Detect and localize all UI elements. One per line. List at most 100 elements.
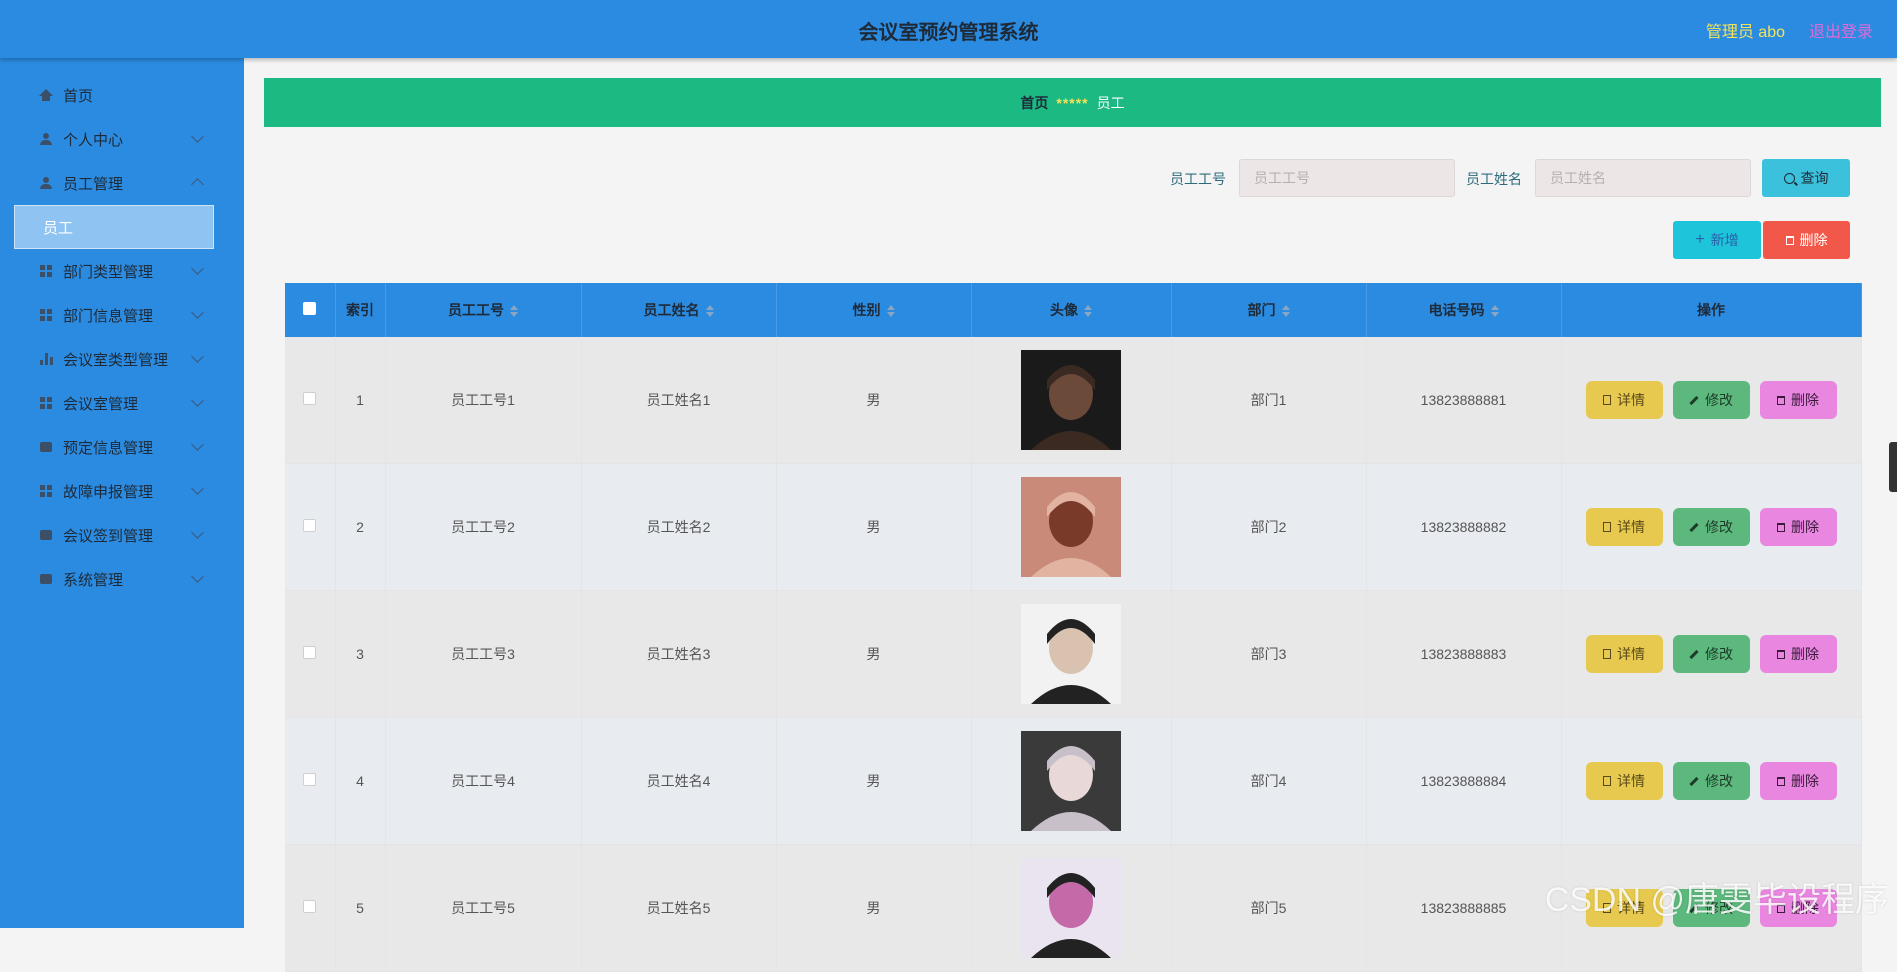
row-checkbox[interactable] — [303, 519, 317, 532]
col-header-label: 性别 — [852, 302, 881, 318]
col-header-label: 员工工号 — [448, 302, 504, 318]
cell-department: 部门5 — [1171, 844, 1367, 972]
cell-phone: 13823888883 — [1366, 590, 1562, 718]
sidebar-subitem-employee[interactable]: 员工 — [14, 205, 214, 249]
sidebar-item-label: 员工管理 — [63, 175, 124, 193]
sidebar-item-label: 系统管理 — [63, 571, 124, 589]
col-header-department[interactable]: 部门 — [1171, 283, 1367, 337]
sort-icon[interactable] — [1490, 305, 1499, 318]
edit-button[interactable]: 修改 — [1672, 762, 1750, 800]
sidebar-item-room-type[interactable]: 会议室类型管理 — [0, 339, 244, 379]
cell-gender: 男 — [776, 337, 972, 464]
search-icon — [1783, 172, 1795, 184]
sort-icon[interactable] — [1281, 305, 1290, 318]
cell-avatar — [971, 844, 1172, 972]
chevron-down-icon — [191, 306, 204, 319]
cell-employee-name: 员工姓名3 — [581, 590, 777, 718]
col-header-phone[interactable]: 电话号码 — [1366, 283, 1562, 337]
detail-button[interactable]: 详情 — [1585, 635, 1663, 673]
add-button-label: 新增 — [1710, 232, 1739, 248]
select-all-checkbox[interactable] — [303, 302, 317, 315]
trash-icon — [1777, 522, 1785, 532]
sidebar-item-employee-management[interactable]: 员工管理 — [0, 163, 244, 203]
sidebar-item-dept-type[interactable]: 部门类型管理 — [0, 251, 244, 291]
top-header: 会议室预约管理系统 管理员 abo 退出登录 — [0, 0, 1897, 58]
edit-button[interactable]: 修改 — [1672, 635, 1750, 673]
row-select-cell[interactable] — [285, 463, 336, 591]
app-title: 会议室预约管理系统 — [858, 22, 1039, 44]
detail-button[interactable]: 详情 — [1585, 508, 1663, 546]
row-select-cell[interactable] — [285, 590, 336, 718]
employee-name-input[interactable] — [1535, 159, 1751, 197]
trash-icon — [1777, 776, 1785, 786]
grid-icon — [39, 484, 53, 498]
row-select-cell[interactable] — [285, 337, 336, 464]
sort-icon[interactable] — [886, 305, 895, 318]
grid-icon — [39, 308, 53, 322]
cell-department: 部门4 — [1171, 717, 1367, 845]
sort-icon[interactable] — [1084, 305, 1092, 318]
chevron-down-icon — [191, 526, 204, 539]
detail-button[interactable]: 详情 — [1585, 762, 1663, 800]
sidebar-item-booking[interactable]: 预定信息管理 — [0, 427, 244, 467]
col-header-label: 员工姓名 — [643, 302, 700, 318]
grid-icon — [39, 396, 53, 410]
cell-index: 1 — [335, 337, 386, 464]
cell-phone: 13823888884 — [1366, 717, 1562, 845]
breadcrumb-home[interactable]: 首页 — [1020, 93, 1048, 113]
person-icon — [39, 176, 53, 190]
col-header-employee-name[interactable]: 员工姓名 — [581, 283, 777, 337]
breadcrumb-current: 员工 — [1096, 94, 1125, 111]
sidebar-item-checkin[interactable]: 会议签到管理 — [0, 515, 244, 555]
breadcrumb-separator: ***** — [1056, 94, 1089, 111]
chevron-down-icon — [191, 262, 204, 275]
cell-employee-id: 员工工号2 — [385, 463, 582, 591]
row-checkbox[interactable] — [303, 646, 317, 659]
sidebar-item-home[interactable]: 首页 — [0, 75, 244, 115]
col-header-gender[interactable]: 性别 — [776, 283, 972, 337]
sort-icon[interactable] — [705, 305, 714, 318]
cell-actions: 详情 修改 删除 — [1561, 463, 1862, 591]
detail-button[interactable]: 详情 — [1585, 381, 1663, 419]
box-icon — [39, 440, 53, 454]
sidebar-item-label: 故障申报管理 — [63, 483, 154, 501]
row-select-cell[interactable] — [285, 844, 336, 972]
sidebar-item-fault-report[interactable]: 故障申报管理 — [0, 471, 244, 511]
watermark: CSDN @唐雯毕设程序 — [1544, 881, 1889, 919]
edit-button-label: 修改 — [1705, 519, 1733, 535]
sidebar-item-label: 个人中心 — [63, 131, 124, 149]
delete-button[interactable]: 删除 — [1759, 381, 1837, 419]
chevron-down-icon — [191, 482, 204, 495]
logout-link[interactable]: 退出登录 — [1809, 18, 1873, 42]
add-button[interactable]: + 新增 — [1673, 221, 1761, 259]
query-button[interactable]: 查询 — [1762, 159, 1850, 197]
cell-employee-name: 员工姓名5 — [581, 844, 777, 972]
row-select-cell[interactable] — [285, 717, 336, 845]
cell-actions: 详情 修改 删除 — [1561, 337, 1862, 464]
sidebar-item-room[interactable]: 会议室管理 — [0, 383, 244, 423]
delete-button[interactable]: 删除 — [1759, 762, 1837, 800]
batch-delete-button[interactable]: 删除 — [1763, 221, 1850, 259]
col-header-avatar[interactable]: 头像 — [971, 283, 1172, 337]
edit-button[interactable]: 修改 — [1672, 508, 1750, 546]
row-checkbox[interactable] — [303, 900, 317, 913]
row-checkbox[interactable] — [303, 392, 317, 405]
col-header-employee-id[interactable]: 员工工号 — [385, 283, 582, 337]
sidebar-item-dept-info[interactable]: 部门信息管理 — [0, 295, 244, 335]
delete-button[interactable]: 删除 — [1759, 508, 1837, 546]
document-icon — [1603, 522, 1611, 532]
select-all-cell[interactable] — [285, 283, 336, 337]
cell-employee-id: 员工工号5 — [385, 844, 582, 972]
scrollbar-handle[interactable] — [1889, 442, 1897, 492]
sidebar-subitem-label: 员工 — [43, 219, 74, 237]
avatar — [1021, 604, 1121, 704]
sidebar-item-system[interactable]: 系统管理 — [0, 559, 244, 599]
trash-icon — [1785, 235, 1794, 245]
row-checkbox[interactable] — [303, 773, 317, 786]
employee-id-input[interactable] — [1239, 159, 1455, 197]
edit-button[interactable]: 修改 — [1672, 381, 1750, 419]
sort-icon[interactable] — [510, 305, 518, 318]
sidebar-item-personal-center[interactable]: 个人中心 — [0, 119, 244, 159]
delete-button[interactable]: 删除 — [1759, 635, 1837, 673]
sidebar-item-label: 会议签到管理 — [63, 527, 154, 545]
